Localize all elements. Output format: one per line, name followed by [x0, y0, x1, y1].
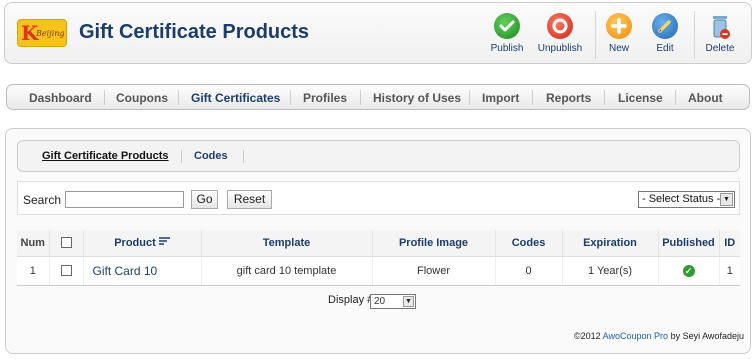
- header-panel: K Beijing Gift Certificate Products Publ…: [4, 2, 752, 64]
- subnav-divider: [243, 150, 244, 163]
- col-profile-image[interactable]: Profile Image: [372, 230, 496, 257]
- col-num: Num: [17, 230, 50, 257]
- go-button[interactable]: Go: [191, 190, 218, 209]
- search-input[interactable]: [65, 191, 184, 208]
- subnav-gift-certificate-products[interactable]: Gift Certificate Products: [42, 150, 169, 162]
- nav-import[interactable]: Import: [482, 91, 519, 105]
- edit-button[interactable]: Edit: [651, 13, 679, 54]
- row-codes: 0: [495, 256, 563, 286]
- col-expiration[interactable]: Expiration: [562, 230, 659, 257]
- delete-label: Delete: [705, 43, 735, 54]
- col-id[interactable]: ID: [719, 230, 740, 257]
- footer-link[interactable]: AwoCoupon Pro: [603, 331, 668, 341]
- nav-divider: [290, 90, 291, 105]
- new-button[interactable]: New: [605, 13, 633, 54]
- subnav-codes[interactable]: Codes: [194, 150, 228, 162]
- product-sort-link[interactable]: Product: [114, 237, 156, 249]
- logo-text: Beijing: [36, 29, 65, 38]
- reset-button[interactable]: Reset: [227, 190, 272, 209]
- trash-icon: [707, 13, 733, 39]
- published-check-icon[interactable]: ✓: [682, 264, 695, 277]
- col-codes[interactable]: Codes: [495, 230, 563, 257]
- nav-license[interactable]: License: [618, 91, 663, 105]
- nav-profiles[interactable]: Profiles: [303, 91, 347, 105]
- row-num: 1: [17, 256, 50, 286]
- edit-label: Edit: [656, 43, 674, 54]
- page-title: Gift Certificate Products: [79, 21, 310, 43]
- subnav-divider: [181, 150, 182, 163]
- row-expiration: 1 Year(s): [562, 256, 659, 286]
- chevron-down-icon: ▼: [720, 193, 733, 206]
- nav-divider: [104, 90, 105, 105]
- row-select: [49, 256, 84, 286]
- nav-divider: [178, 90, 179, 105]
- row-published: ✓: [658, 256, 720, 286]
- logo: K Beijing: [17, 19, 67, 47]
- nav-divider: [604, 90, 605, 105]
- table-row: 1 Gift Card 10 gift card 10 template Flo…: [17, 256, 740, 286]
- footer-credit: ©2012 AwoCoupon Pro by Seyi Awofadeju: [574, 331, 744, 341]
- pencil-icon: [652, 13, 678, 39]
- nav-divider: [675, 90, 676, 105]
- plus-icon: [606, 13, 632, 39]
- toolbar-divider: [694, 11, 695, 59]
- col-select-all: [49, 230, 84, 257]
- unpublish-label: Unpublish: [537, 43, 583, 54]
- col-published[interactable]: Published: [658, 230, 720, 257]
- toolbar-divider: [595, 11, 596, 59]
- row-product-link[interactable]: Gift Card 10: [83, 256, 202, 286]
- col-product[interactable]: Product: [83, 230, 202, 257]
- status-select-value: - Select Status -: [642, 193, 721, 205]
- delete-button[interactable]: Delete: [703, 13, 737, 54]
- check-icon: [494, 13, 520, 39]
- footer-suffix: by Seyi Awofadeju: [670, 331, 744, 341]
- main-nav: Dashboard Coupons Gift Certificates Prof…: [6, 84, 750, 110]
- row-id: 1: [719, 256, 740, 286]
- sort-icon: [158, 237, 170, 249]
- unpublish-button[interactable]: Unpublish: [536, 13, 584, 54]
- publish-label: Publish: [490, 43, 524, 54]
- products-table: Num Product Template Profile Image Codes…: [17, 230, 740, 286]
- nav-divider: [360, 90, 361, 105]
- col-template[interactable]: Template: [201, 230, 373, 257]
- row-template: gift card 10 template: [201, 256, 373, 286]
- display-limit-select[interactable]: 20 ▼: [370, 294, 416, 309]
- row-profile-image: Flower: [372, 256, 496, 286]
- display-limit-value: 20: [374, 296, 386, 307]
- search-label: Search: [23, 193, 62, 207]
- status-select[interactable]: - Select Status - ▼: [638, 191, 735, 208]
- sub-nav: Gift Certificate Products Codes: [17, 140, 740, 172]
- nav-about[interactable]: About: [688, 91, 723, 105]
- nav-history-of-uses[interactable]: History of Uses: [373, 91, 461, 105]
- chevron-down-icon: ▼: [403, 296, 414, 307]
- filter-bar: Search Go Reset - Select Status - ▼: [17, 181, 740, 215]
- footer-prefix: ©2012: [574, 331, 601, 341]
- publish-button[interactable]: Publish: [489, 13, 525, 54]
- nav-dashboard[interactable]: Dashboard: [29, 91, 92, 105]
- display-label: Display #: [328, 294, 374, 306]
- table-header-row: Num Product Template Profile Image Codes…: [17, 230, 740, 257]
- new-label: New: [608, 43, 629, 54]
- nav-reports[interactable]: Reports: [546, 91, 591, 105]
- select-all-checkbox[interactable]: [60, 237, 72, 249]
- nav-divider: [469, 90, 470, 105]
- nav-coupons[interactable]: Coupons: [116, 91, 168, 105]
- nav-gift-certificates[interactable]: Gift Certificates: [191, 91, 280, 105]
- row-checkbox[interactable]: [60, 265, 72, 277]
- content-panel: Gift Certificate Products Codes Search G…: [5, 128, 751, 354]
- stop-icon: [547, 13, 573, 39]
- nav-divider: [532, 90, 533, 105]
